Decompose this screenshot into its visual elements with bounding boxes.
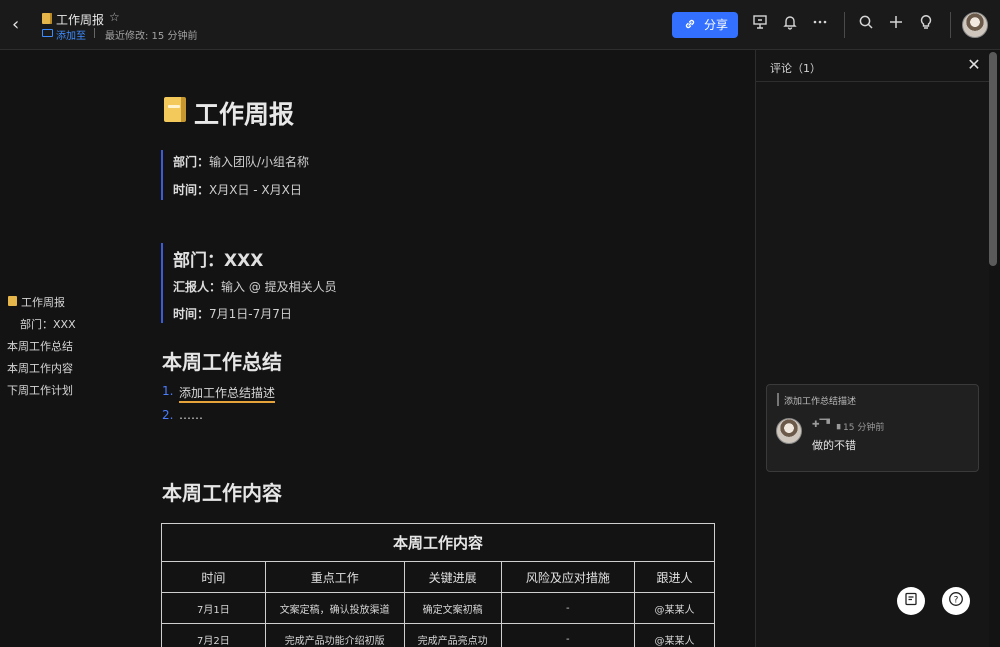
reporter-line[interactable]: 汇报人：输入 @ 提及相关人员 <box>173 278 337 295</box>
table-cell[interactable]: 文案定稿，确认投放渠道 <box>264 592 405 624</box>
quote-bar <box>161 243 163 323</box>
reporter-label: 汇报人： <box>173 280 222 294</box>
summary-heading[interactable]: 本周工作总结 <box>162 346 282 375</box>
link-icon <box>684 12 696 38</box>
divider <box>94 28 95 38</box>
table-header[interactable]: 重点工作 <box>264 561 405 593</box>
outline-item[interactable]: 工作周报 <box>21 294 65 310</box>
toolbar-divider <box>844 12 845 38</box>
list-item[interactable]: 添加工作总结描述 <box>179 384 276 403</box>
feedback-icon[interactable] <box>897 587 925 615</box>
content-heading[interactable]: 本周工作内容 <box>162 477 282 506</box>
table-header[interactable]: 风险及应对措施 <box>500 561 636 593</box>
meta-time-label: 时间： <box>173 183 210 197</box>
dept-heading[interactable]: 部门：XXX <box>173 246 263 271</box>
presentation-icon[interactable] <box>750 14 770 34</box>
reporter-value: 输入 @ 提及相关人员 <box>221 280 337 294</box>
weekly-content-table: 本周工作内容 时间 重点工作 关键进展 风险及应对措施 跟进人 7月1日 文案定… <box>161 523 715 647</box>
more-icon[interactable] <box>810 14 830 34</box>
comment-author: ✚▔▘▗ <box>812 420 841 430</box>
comment-card[interactable]: 添加工作总结描述 ✚▔▘▗ 15 分钟前 做的不错 <box>766 384 979 472</box>
add-to-link[interactable]: 添加至 <box>56 27 86 42</box>
comments-header: 评论（1） ✕ <box>756 50 990 82</box>
table-cell[interactable]: 完成产品功能介绍初版 <box>264 623 405 647</box>
bell-icon[interactable] <box>780 14 800 34</box>
table-cell[interactable]: - <box>500 592 636 624</box>
period-line[interactable]: 时间：7月1日-7月7日 <box>173 305 292 322</box>
table-cell[interactable]: @某某人 <box>634 592 715 624</box>
scrollbar[interactable] <box>989 52 997 266</box>
period-value: 7月1日-7月7日 <box>209 307 292 321</box>
comments-panel: 评论（1） ✕ <box>755 50 990 647</box>
toolbar-divider <box>950 12 951 38</box>
table-row: 7月1日 文案定稿，确认投放渠道 确定文案初稿 - @某某人 <box>161 592 715 624</box>
table-cell[interactable]: @某某人 <box>634 623 715 647</box>
help-glyph: ? <box>954 596 959 606</box>
top-bar: ‹ 工作周报 ☆ 添加至 最近修改: 15 分钟前 分享 <box>0 0 1000 50</box>
list-item[interactable]: …… <box>179 408 203 422</box>
last-modified-text: 最近修改: 15 分钟前 <box>105 31 198 42</box>
table-header[interactable]: 跟进人 <box>634 561 715 593</box>
back-icon[interactable]: ‹ <box>12 15 30 35</box>
comment-quote: 添加工作总结描述 <box>784 397 857 407</box>
avatar[interactable] <box>776 418 802 444</box>
quote-bar <box>161 150 163 200</box>
commented-text[interactable]: 添加工作总结描述 <box>179 386 276 403</box>
share-button[interactable]: 分享 <box>672 12 738 38</box>
folder-icon <box>42 29 53 37</box>
lightbulb-icon[interactable] <box>916 14 936 34</box>
meta-time[interactable]: 时间：X月X日 - X月X日 <box>173 181 302 198</box>
period-label: 时间： <box>173 307 210 321</box>
page-title[interactable]: 工作周报 <box>194 95 294 131</box>
table-caption[interactable]: 本周工作内容 <box>161 523 715 562</box>
comments-title: 评论（1） <box>770 62 821 75</box>
user-avatar[interactable] <box>962 12 988 38</box>
table-cell[interactable]: 完成产品亮点功 <box>403 623 502 647</box>
table-cell[interactable]: 7月1日 <box>161 592 266 624</box>
list-number: 1. <box>162 384 174 398</box>
close-icon[interactable]: ✕ <box>964 55 984 75</box>
search-icon[interactable] <box>856 14 876 34</box>
table-row: 7月2日 完成产品功能介绍初版 完成产品亮点功 - @某某人 <box>161 623 715 647</box>
outline-item[interactable]: 本周工作总结 <box>7 338 73 354</box>
document-icon <box>164 97 186 122</box>
comment-text: 做的不错 <box>812 439 856 452</box>
table-cell[interactable]: 确定文案初稿 <box>403 592 502 624</box>
meta-time-value: X月X日 - X月X日 <box>209 183 302 197</box>
outline-item[interactable]: 本周工作内容 <box>7 360 73 376</box>
document-icon <box>8 296 17 306</box>
help-icon[interactable]: ? <box>942 587 970 615</box>
meta-dept[interactable]: 部门：输入团队/小组名称 <box>173 153 309 170</box>
quote-bar <box>777 393 779 406</box>
meta-dept-value: 输入团队/小组名称 <box>209 155 310 169</box>
table-header[interactable]: 关键进展 <box>403 561 502 593</box>
table-header[interactable]: 时间 <box>161 561 266 593</box>
document-title[interactable]: 工作周报 <box>56 11 104 28</box>
table-cell[interactable]: 7月2日 <box>161 623 266 647</box>
outline-item[interactable]: 下周工作计划 <box>7 382 73 398</box>
star-icon[interactable]: ☆ <box>109 10 120 24</box>
share-label: 分享 <box>704 18 729 32</box>
list-number: 2. <box>162 408 174 422</box>
comment-time: 15 分钟前 <box>843 423 885 433</box>
document-icon <box>42 13 52 24</box>
plus-icon[interactable] <box>886 14 906 34</box>
meta-dept-label: 部门： <box>173 155 210 169</box>
table-cell[interactable]: - <box>500 623 636 647</box>
outline-item[interactable]: 部门：XXX <box>20 316 76 332</box>
